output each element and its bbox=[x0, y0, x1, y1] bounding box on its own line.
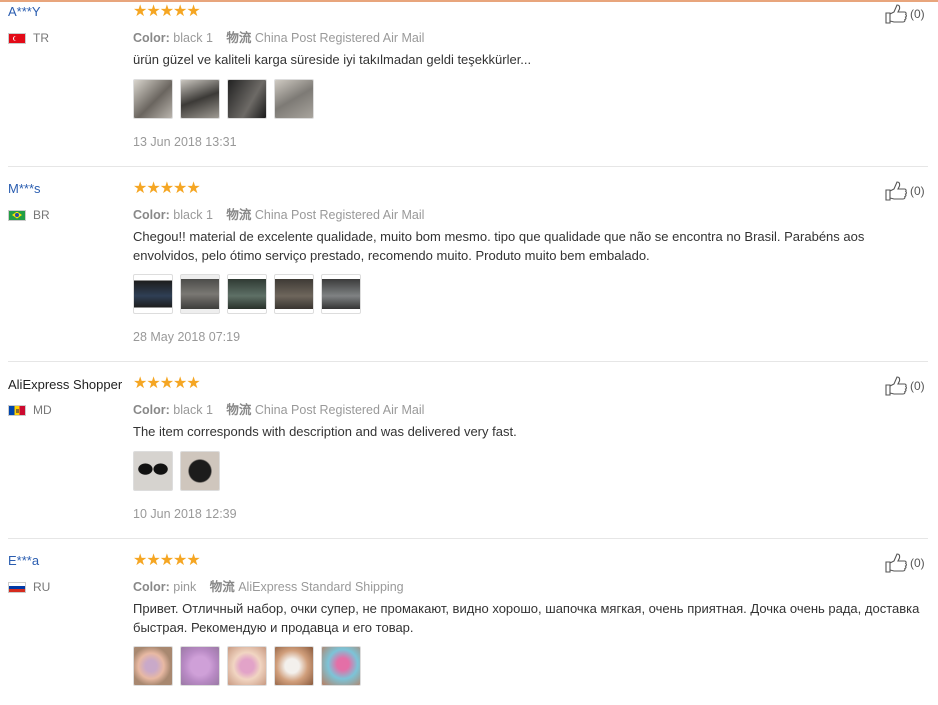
top-border bbox=[0, 0, 938, 2]
review-date: 28 May 2018 07:19 bbox=[133, 330, 241, 344]
review-photos bbox=[133, 646, 368, 686]
review-photo[interactable] bbox=[274, 79, 314, 119]
country-code: BR bbox=[33, 208, 50, 222]
color-label: Color: bbox=[133, 31, 170, 45]
reviewer-country: BR bbox=[8, 208, 50, 222]
shipping-label: 物流 bbox=[226, 403, 252, 417]
star-rating: ★★★★★ bbox=[133, 3, 201, 20]
flag-md-icon bbox=[8, 404, 26, 416]
color-value: black 1 bbox=[173, 31, 213, 45]
color-label: Color: bbox=[133, 403, 170, 417]
shipping-label: 物流 bbox=[209, 580, 235, 594]
review-photo[interactable] bbox=[227, 79, 267, 119]
star-rating: ★★★★★ bbox=[133, 180, 201, 197]
review-date: 13 Jun 2018 13:31 bbox=[133, 135, 237, 149]
review-photos bbox=[133, 79, 321, 119]
reviewer-name: AliExpress Shopper bbox=[8, 377, 123, 392]
flag-tr-icon bbox=[8, 32, 26, 44]
review-photo[interactable] bbox=[180, 646, 220, 686]
review-photo[interactable] bbox=[180, 451, 220, 491]
review-photo[interactable] bbox=[274, 646, 314, 686]
thumbs-up-icon bbox=[885, 376, 907, 396]
review-divider bbox=[8, 538, 928, 539]
flag-ru-icon bbox=[8, 581, 26, 593]
country-code: TR bbox=[33, 31, 49, 45]
shipping-value: China Post Registered Air Mail bbox=[254, 403, 425, 417]
sku-info: Color: black 1 物流 China Post Registered … bbox=[133, 27, 424, 46]
review-photos bbox=[133, 274, 368, 314]
color-value: pink bbox=[173, 580, 197, 594]
shipping-value: China Post Registered Air Mail bbox=[254, 31, 425, 45]
thumbs-up-icon bbox=[885, 4, 907, 24]
helpful-button[interactable]: (0) bbox=[884, 4, 925, 24]
helpful-button[interactable]: (0) bbox=[884, 553, 925, 573]
helpful-button[interactable]: (0) bbox=[884, 181, 925, 201]
review-photos bbox=[133, 451, 227, 491]
review-text: The item corresponds with description an… bbox=[133, 424, 517, 439]
reviewer-country: TR bbox=[8, 31, 49, 45]
review-text: Привет. Отличный набор, очки супер, не п… bbox=[133, 601, 920, 635]
reviewer-name-link[interactable]: A***Y bbox=[8, 4, 41, 19]
thumbs-up-icon bbox=[885, 553, 907, 573]
review-photo[interactable] bbox=[274, 274, 314, 314]
shipping-label: 物流 bbox=[226, 208, 252, 222]
flag-br-icon bbox=[8, 209, 26, 221]
review-photo[interactable] bbox=[227, 274, 267, 314]
helpful-count: (0) bbox=[910, 7, 925, 21]
review-photo[interactable] bbox=[180, 274, 220, 314]
shipping-value: AliExpress Standard Shipping bbox=[238, 580, 404, 594]
review-photo[interactable] bbox=[133, 274, 173, 314]
reviewer-country: MD bbox=[8, 403, 52, 417]
color-label: Color: bbox=[133, 208, 170, 222]
sku-info: Color: black 1 物流 China Post Registered … bbox=[133, 204, 424, 223]
reviewer-country: RU bbox=[8, 580, 50, 594]
star-rating: ★★★★★ bbox=[133, 375, 201, 392]
review-photo[interactable] bbox=[180, 79, 220, 119]
review-photo[interactable] bbox=[321, 646, 361, 686]
review-divider bbox=[8, 361, 928, 362]
helpful-count: (0) bbox=[910, 556, 925, 570]
review-photo[interactable] bbox=[133, 79, 173, 119]
color-label: Color: bbox=[133, 580, 170, 594]
review-photo[interactable] bbox=[321, 274, 361, 314]
review-photo[interactable] bbox=[133, 646, 173, 686]
shipping-label: 物流 bbox=[226, 31, 252, 45]
helpful-count: (0) bbox=[910, 184, 925, 198]
star-rating: ★★★★★ bbox=[133, 552, 201, 569]
color-value: black 1 bbox=[173, 403, 213, 417]
reviewer-name-link[interactable]: E***a bbox=[8, 553, 39, 568]
review-photo[interactable] bbox=[133, 451, 173, 491]
review-date: 10 Jun 2018 12:39 bbox=[133, 507, 237, 521]
country-code: RU bbox=[33, 580, 51, 594]
reviewer-name-link[interactable]: M***s bbox=[8, 181, 41, 196]
helpful-button[interactable]: (0) bbox=[884, 376, 925, 396]
helpful-count: (0) bbox=[910, 379, 925, 393]
review-text: ürün güzel ve kaliteli karga süreside iy… bbox=[133, 52, 532, 67]
review-text: Chegou!! material de excelente qualidade… bbox=[133, 229, 865, 263]
color-value: black 1 bbox=[173, 208, 213, 222]
country-code: MD bbox=[33, 403, 52, 417]
sku-info: Color: black 1 物流 China Post Registered … bbox=[133, 399, 424, 418]
review-divider bbox=[8, 166, 928, 167]
thumbs-up-icon bbox=[885, 181, 907, 201]
shipping-value: China Post Registered Air Mail bbox=[254, 208, 425, 222]
review-photo[interactable] bbox=[227, 646, 267, 686]
sku-info: Color: pink 物流 AliExpress Standard Shipp… bbox=[133, 576, 404, 595]
